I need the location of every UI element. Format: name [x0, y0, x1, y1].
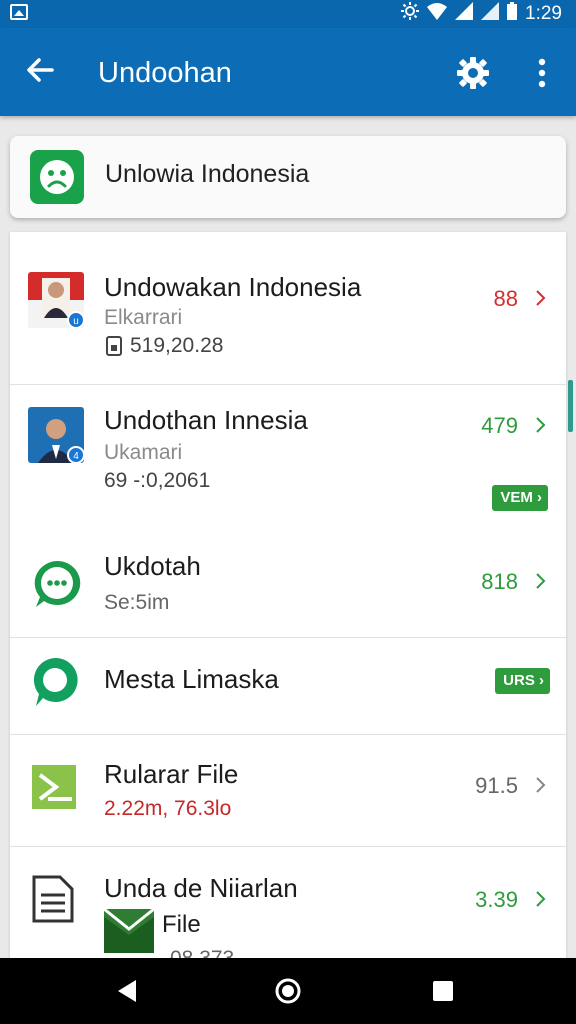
home-nav-icon[interactable]: [274, 977, 302, 1005]
badge-label: VEM: [500, 489, 533, 506]
item-count: 91.5: [475, 773, 518, 798]
message-bubble-icon: [30, 656, 80, 710]
item-title: Mesta Limaska: [104, 664, 279, 694]
chevron-right-icon[interactable]: [532, 290, 548, 306]
chat-bubble-icon: [30, 557, 84, 611]
item-count: 88: [493, 286, 518, 311]
item-subtitle: File: [162, 911, 201, 938]
download-list: u Undowakan Indonesia Elkarrari 519,20.2…: [10, 232, 566, 972]
list-item[interactable]: u Undowakan Indonesia Elkarrari 519,20.2…: [10, 232, 566, 385]
item-count: 818: [481, 569, 518, 594]
recents-nav-icon[interactable]: [432, 980, 454, 1002]
battery-icon: [507, 2, 518, 26]
brightness-icon: [401, 2, 420, 26]
chevron-right-icon[interactable]: [532, 417, 548, 433]
person-avatar: 4: [28, 407, 85, 464]
svg-text:4: 4: [73, 451, 79, 462]
item-meta: 519,20.28: [130, 334, 224, 357]
list-item[interactable]: Mesta Limaska URS ›: [10, 637, 566, 735]
item-title: Unda de Niiarlan: [104, 873, 298, 903]
document-icon: [32, 875, 74, 923]
item-title: Undowakan Indonesia: [104, 272, 362, 302]
svg-text:u: u: [73, 316, 79, 327]
list-item[interactable]: Rularar File 2.22m, 76.3lo 91.5: [10, 735, 566, 847]
image-file-icon: [103, 907, 155, 953]
app-bar: Undoohan: [0, 28, 576, 116]
signal-icon: [455, 2, 474, 26]
install-badge-button[interactable]: VEM ›: [492, 485, 548, 511]
item-subtitle: Se:5im: [104, 591, 170, 614]
badge-label: URS: [503, 672, 535, 689]
featured-app-label: Unlowia Indonesia: [105, 160, 310, 188]
flag-avatar: u: [28, 272, 85, 329]
file-transfer-icon: [32, 765, 76, 809]
wifi-icon: [427, 2, 448, 26]
status-time: 1:29: [525, 3, 562, 24]
chevron-right-icon[interactable]: [532, 777, 548, 793]
item-count: 479: [481, 413, 518, 438]
item-subtitle: Ukamari: [104, 441, 183, 464]
item-count: 3.39: [475, 887, 518, 912]
item-title: Ukdotah: [104, 551, 201, 581]
featured-app-card[interactable]: Unlowia Indonesia: [10, 136, 566, 218]
status-bar: 1:29: [0, 0, 576, 28]
item-meta: 2.22m, 76.3lo: [104, 797, 232, 820]
scrollbar[interactable]: [568, 380, 573, 432]
list-item[interactable]: 4 Undothan Innesia Ukamari 69 -:0,2061 4…: [10, 385, 566, 638]
item-subtitle: Elkarrari: [104, 306, 183, 329]
file-icon: [106, 336, 122, 356]
item-title: Undothan Innesia: [104, 405, 308, 435]
app-title: Undoohan: [98, 57, 232, 89]
back-nav-icon[interactable]: [114, 978, 140, 1004]
sad-face-app-icon: [30, 150, 84, 204]
more-options-icon[interactable]: [528, 54, 556, 92]
chevron-right-icon[interactable]: [532, 573, 548, 589]
status-icons: 1:29: [401, 2, 562, 26]
list-item[interactable]: Unda de Niiarlan File 08,373 3.39: [10, 847, 566, 972]
item-title: Rularar File: [104, 759, 239, 789]
signal-icon-2: [481, 2, 500, 26]
install-badge-button[interactable]: URS ›: [495, 668, 550, 694]
settings-gear-icon[interactable]: [454, 54, 492, 92]
back-arrow-icon[interactable]: [22, 52, 58, 88]
gallery-notification-icon: [10, 4, 28, 20]
system-navigation-bar: [0, 958, 576, 1024]
chevron-right-icon[interactable]: [532, 891, 548, 907]
item-meta: 69 -:0,2061: [104, 469, 211, 492]
